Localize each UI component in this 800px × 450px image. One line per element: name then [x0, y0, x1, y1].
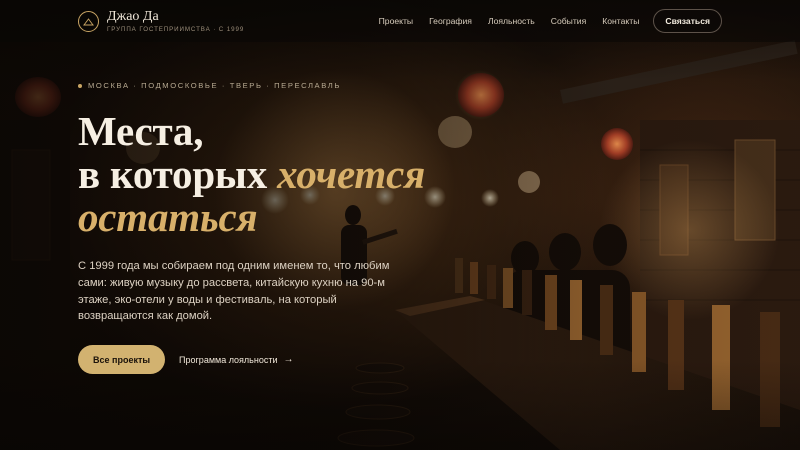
site-header: Джао Да ГРУППА ГОСТЕПРИИМСТВА · С 1999 П… — [0, 0, 800, 42]
hero-cta-row: Все проекты Программа лояльности → — [78, 345, 298, 374]
nav-link-events[interactable]: События — [551, 16, 586, 26]
headline-line-2: в которых хочется — [78, 153, 498, 196]
headline-line-3: остаться — [78, 196, 498, 239]
hero-headline: Места, в которых хочется остаться — [78, 108, 498, 239]
locations-eyebrow: МОСКВА · ПОДМОСКОВЬЕ · ТВЕРЬ · ПЕРЕСЛАВЛ… — [78, 81, 341, 90]
headline-accent-2: остаться — [78, 194, 258, 241]
contact-button[interactable]: Связаться — [653, 9, 722, 33]
arrow-right-icon: → — [283, 354, 294, 365]
brand-tagline: ГРУППА ГОСТЕПРИИМСТВА · С 1999 — [107, 25, 245, 33]
headline-accent-1: хочется — [277, 151, 426, 198]
nav-link-geography[interactable]: География — [429, 16, 472, 26]
nav-link-projects[interactable]: Проекты — [379, 16, 413, 26]
headline-line-1: Места, — [78, 108, 204, 154]
nav-link-contacts[interactable]: Контакты — [602, 16, 639, 26]
hero-lead-text: С 1999 года мы собираем под одним именем… — [78, 260, 390, 323]
all-projects-button[interactable]: Все проекты — [78, 345, 166, 374]
brand-name: Джао Да — [107, 8, 159, 24]
eyebrow-text: МОСКВА · ПОДМОСКОВЬЕ · ТВЕРЬ · ПЕРЕСЛАВЛ… — [88, 81, 341, 90]
brand-mark-icon — [78, 10, 99, 32]
brand-logo[interactable]: Джао Да ГРУППА ГОСТЕПРИИМСТВА · С 1999 — [78, 8, 245, 33]
loyalty-program-link[interactable]: Программа лояльности → — [175, 354, 297, 365]
eyebrow-dot-icon — [78, 83, 82, 88]
main-nav: Проекты География Лояльность События Кон… — [363, 9, 722, 33]
nav-link-loyalty[interactable]: Лояльность — [488, 16, 535, 26]
loyalty-program-label: Программа лояльности — [179, 354, 278, 365]
headline-line-2-text: в которых — [78, 151, 268, 198]
